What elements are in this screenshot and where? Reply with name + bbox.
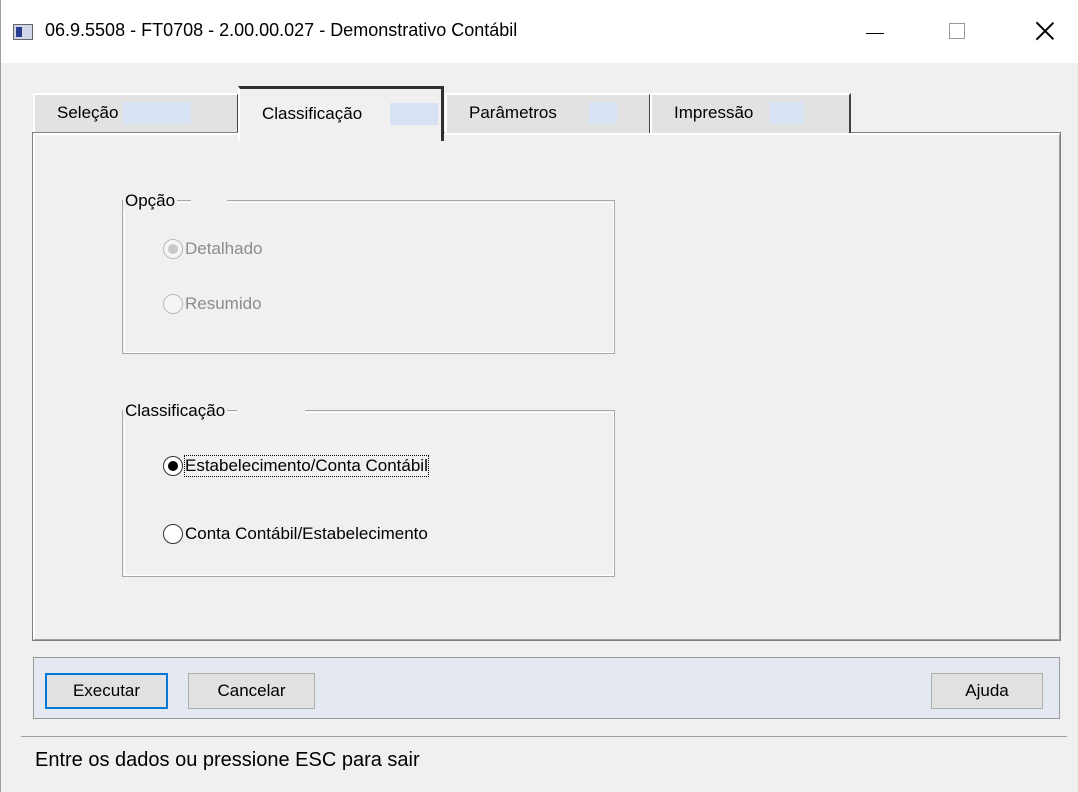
ajuda-button[interactable]: Ajuda: [931, 673, 1043, 709]
radio-circle: [163, 239, 183, 259]
button-bar: Executar Cancelar Ajuda: [33, 657, 1060, 719]
opcao-groupbox: [122, 200, 615, 354]
close-button[interactable]: [1017, 8, 1073, 54]
status-bar: Entre os dados ou pressione ESC para sai…: [21, 736, 1067, 786]
classificacao-groupbox: [122, 410, 615, 577]
radio-estabelecimento-conta[interactable]: Estabelecimento/Conta Contábil: [163, 455, 429, 477]
radio-detalhado[interactable]: Detalhado: [163, 239, 263, 259]
minimize-icon: [866, 32, 884, 34]
app-window: 06.9.5508 - FT0708 - 2.00.00.027 - Demon…: [0, 0, 1078, 792]
radio-label: Conta Contábil/Estabelecimento: [185, 524, 428, 543]
tab-impressao[interactable]: Impressão: [650, 93, 851, 133]
tab-highlight: [589, 102, 617, 124]
radio-dot: [168, 244, 178, 254]
radio-label: Detalhado: [185, 239, 263, 258]
tab-label: Parâmetros: [469, 103, 557, 122]
tab-classificacao[interactable]: Classificação: [238, 86, 444, 141]
radio-label: Resumido: [185, 294, 262, 313]
maximize-button[interactable]: [929, 8, 985, 54]
classificacao-group-title: Classificação: [123, 401, 228, 421]
radio-label: Estabelecimento/Conta Contábil: [184, 455, 429, 477]
radio-circle: [163, 524, 183, 544]
group-title-gap: [191, 191, 227, 211]
title-bar: 06.9.5508 - FT0708 - 2.00.00.027 - Demon…: [1, 0, 1078, 63]
window-title: 06.9.5508 - FT0708 - 2.00.00.027 - Demon…: [45, 20, 518, 40]
tab-highlight: [390, 103, 438, 125]
close-icon: [1035, 21, 1055, 41]
radio-circle: [163, 456, 183, 476]
maximize-icon: [949, 23, 965, 39]
tab-label: Classificação: [262, 104, 363, 123]
tab-highlight: [123, 102, 191, 124]
radio-conta-estabelecimento[interactable]: Conta Contábil/Estabelecimento: [163, 524, 428, 544]
radio-circle: [163, 294, 183, 314]
tab-label: Impressão: [674, 103, 754, 122]
tab-label: Seleção: [57, 103, 119, 122]
tab-selecao[interactable]: Seleção: [33, 93, 239, 133]
group-title-gap: [237, 401, 305, 421]
radio-resumido[interactable]: Resumido: [163, 294, 262, 314]
cancelar-button[interactable]: Cancelar: [188, 673, 315, 709]
radio-dot: [168, 461, 178, 471]
minimize-button[interactable]: [847, 8, 903, 54]
tab-highlight: [770, 102, 804, 124]
app-window-icon[interactable]: [13, 24, 33, 40]
executar-button[interactable]: Executar: [45, 673, 168, 709]
tab-parametros[interactable]: Parâmetros: [445, 93, 651, 133]
opcao-group-title: Opção: [123, 191, 178, 211]
